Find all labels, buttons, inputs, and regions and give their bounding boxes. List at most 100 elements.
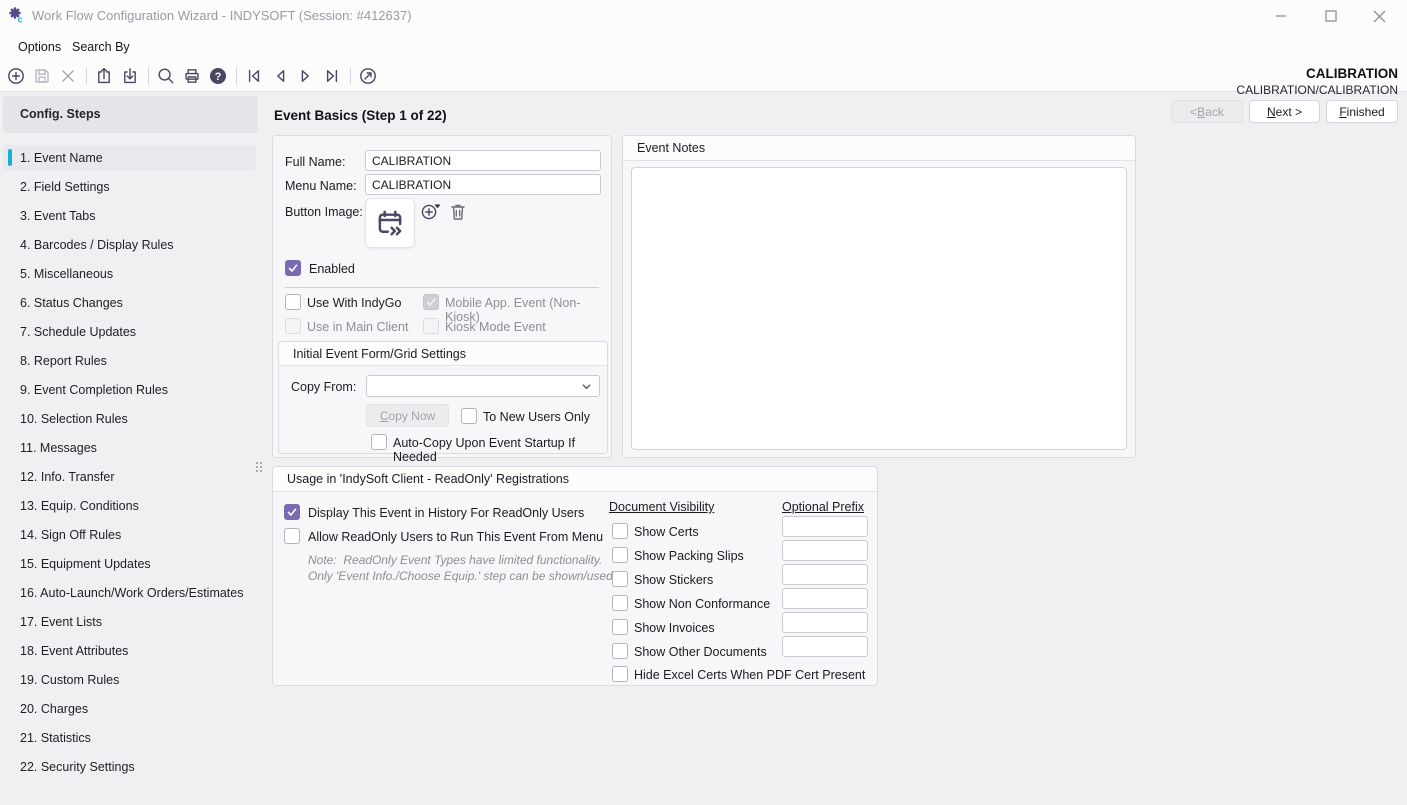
auto-copy-checkbox[interactable] xyxy=(371,434,387,450)
mobile-app-event-checkbox[interactable] xyxy=(423,294,439,310)
sidebar-item-barcodes[interactable]: 4. Barcodes / Display Rules xyxy=(3,232,256,257)
delete-icon[interactable] xyxy=(58,66,78,86)
back-button[interactable]: < Back xyxy=(1171,100,1243,123)
show-packing-slips-label: Show Packing Slips xyxy=(634,549,744,563)
sidebar-item-miscellaneous[interactable]: 5. Miscellaneous xyxy=(3,261,256,286)
sidebar-item-statistics[interactable]: 21. Statistics xyxy=(3,725,256,750)
certs-prefix-input[interactable] xyxy=(782,516,868,537)
sidebar-item-custom-rules[interactable]: 19. Custom Rules xyxy=(3,667,256,692)
show-packing-slips-checkbox[interactable] xyxy=(612,547,628,563)
add-icon[interactable] xyxy=(6,66,26,86)
export-icon[interactable] xyxy=(94,66,114,86)
non-conformance-prefix-input[interactable] xyxy=(782,588,868,609)
import-icon[interactable] xyxy=(120,66,140,86)
display-history-checkbox[interactable] xyxy=(284,504,300,520)
sidebar-item-event-tabs[interactable]: 3. Event Tabs xyxy=(3,203,256,228)
previous-record-icon[interactable] xyxy=(270,66,290,86)
print-icon[interactable] xyxy=(182,66,202,86)
sidebar-item-auto-launch[interactable]: 16. Auto-Launch/Work Orders/Estimates xyxy=(3,580,256,605)
packing-slips-prefix-input[interactable] xyxy=(782,540,868,561)
show-invoices-checkbox[interactable] xyxy=(612,619,628,635)
use-with-indygo-checkbox[interactable] xyxy=(285,294,301,310)
use-with-indygo-label: Use With IndyGo xyxy=(307,296,401,310)
sidebar-item-charges[interactable]: 20. Charges xyxy=(3,696,256,721)
search-icon[interactable] xyxy=(156,66,176,86)
save-icon[interactable] xyxy=(32,66,52,86)
event-notes-textarea[interactable] xyxy=(631,167,1127,450)
full-name-input[interactable] xyxy=(365,150,601,171)
other-documents-prefix-input[interactable] xyxy=(782,636,868,657)
current-event-path: CALIBRATION/CALIBRATION xyxy=(1236,83,1398,97)
readonly-note-line1: Note: ReadOnly Event Types have limited … xyxy=(308,553,602,567)
readonly-note-line2: Only 'Event Info./Choose Equip.' step ca… xyxy=(308,569,616,583)
next-record-icon[interactable] xyxy=(296,66,316,86)
first-record-icon[interactable] xyxy=(244,66,264,86)
copy-now-button[interactable]: Copy Now xyxy=(366,404,449,427)
help-icon[interactable]: ? xyxy=(208,66,228,86)
sidebar-item-info-transfer[interactable]: 12. Info. Transfer xyxy=(3,464,256,489)
section-divider xyxy=(285,287,599,288)
toolbar: ? xyxy=(6,66,384,86)
sidebar-item-schedule-updates[interactable]: 7. Schedule Updates xyxy=(3,319,256,344)
kiosk-mode-event-label: Kiosk Mode Event xyxy=(445,320,546,334)
to-new-users-only-checkbox[interactable] xyxy=(461,408,477,424)
minimize-button[interactable] xyxy=(1264,4,1298,28)
svg-text:c: c xyxy=(18,15,23,25)
sidebar-item-field-settings[interactable]: 2. Field Settings xyxy=(3,174,256,199)
sidebar-header: Config. Steps xyxy=(3,96,258,133)
sidebar-item-sign-off-rules[interactable]: 14. Sign Off Rules xyxy=(3,522,256,547)
sidebar-item-selection-rules[interactable]: 10. Selection Rules xyxy=(3,406,256,431)
current-event-name: CALIBRATION xyxy=(1306,66,1398,81)
show-other-documents-label: Show Other Documents xyxy=(634,645,767,659)
kiosk-mode-event-checkbox[interactable] xyxy=(423,318,439,334)
sidebar-item-equip-conditions[interactable]: 13. Equip. Conditions xyxy=(3,493,256,518)
toolbar-separator xyxy=(236,67,237,85)
allow-run-checkbox[interactable] xyxy=(284,528,300,544)
sidebar-item-event-lists[interactable]: 17. Event Lists xyxy=(3,609,256,634)
button-image-preview[interactable] xyxy=(365,198,415,248)
splitter-grip[interactable] xyxy=(255,461,265,472)
show-other-documents-checkbox[interactable] xyxy=(612,643,628,659)
show-stickers-checkbox[interactable] xyxy=(612,571,628,587)
close-button[interactable] xyxy=(1362,4,1396,28)
sidebar-item-report-rules[interactable]: 8. Report Rules xyxy=(3,348,256,373)
stickers-prefix-input[interactable] xyxy=(782,564,868,585)
toolbar-separator xyxy=(86,67,87,85)
show-non-conformance-checkbox[interactable] xyxy=(612,595,628,611)
use-in-main-client-checkbox[interactable] xyxy=(285,318,301,334)
invoices-prefix-input[interactable] xyxy=(782,612,868,633)
toolbar-separator xyxy=(148,67,149,85)
top-chrome: c Work Flow Configuration Wizard - INDYS… xyxy=(0,0,1407,92)
delete-image-icon[interactable] xyxy=(449,202,467,222)
maximize-button[interactable] xyxy=(1314,4,1348,28)
finished-button[interactable]: Finished xyxy=(1326,100,1398,123)
show-invoices-label: Show Invoices xyxy=(634,621,715,635)
menu-name-input[interactable] xyxy=(365,174,601,195)
menu-options[interactable]: Options xyxy=(14,36,65,58)
hide-excel-certs-checkbox[interactable] xyxy=(612,666,628,682)
page-title: Event Basics (Step 1 of 22) xyxy=(274,108,447,123)
show-stickers-label: Show Stickers xyxy=(634,573,713,587)
usage-header: Usage in 'IndySoft Client - ReadOnly' Re… xyxy=(273,467,877,492)
last-record-icon[interactable] xyxy=(322,66,342,86)
sidebar-item-equipment-updates[interactable]: 15. Equipment Updates xyxy=(3,551,256,576)
sidebar-item-security-settings[interactable]: 22. Security Settings xyxy=(3,754,256,779)
toolbar-separator xyxy=(350,67,351,85)
sidebar-item-event-completion-rules[interactable]: 9. Event Completion Rules xyxy=(3,377,256,402)
sidebar-item-event-name[interactable]: 1. Event Name xyxy=(3,145,256,170)
sidebar-item-status-changes[interactable]: 6. Status Changes xyxy=(3,290,256,315)
add-image-icon[interactable] xyxy=(420,200,442,222)
next-button[interactable]: Next > xyxy=(1249,100,1320,123)
sidebar-item-messages[interactable]: 11. Messages xyxy=(3,435,256,460)
navigate-icon[interactable] xyxy=(358,66,378,86)
event-notes-panel: Event Notes xyxy=(622,135,1136,458)
menu-search-by[interactable]: Search By xyxy=(68,36,134,58)
initial-settings-header: Initial Event Form/Grid Settings xyxy=(279,342,607,366)
copy-from-select[interactable] xyxy=(366,375,600,397)
sidebar-item-event-attributes[interactable]: 18. Event Attributes xyxy=(3,638,256,663)
show-certs-checkbox[interactable] xyxy=(612,523,628,539)
initial-settings-group: Initial Event Form/Grid Settings Copy Fr… xyxy=(278,341,608,454)
optional-prefix-header: Optional Prefix xyxy=(782,500,864,514)
enabled-checkbox[interactable] xyxy=(285,260,301,276)
app-logo-icon: c xyxy=(8,6,26,24)
